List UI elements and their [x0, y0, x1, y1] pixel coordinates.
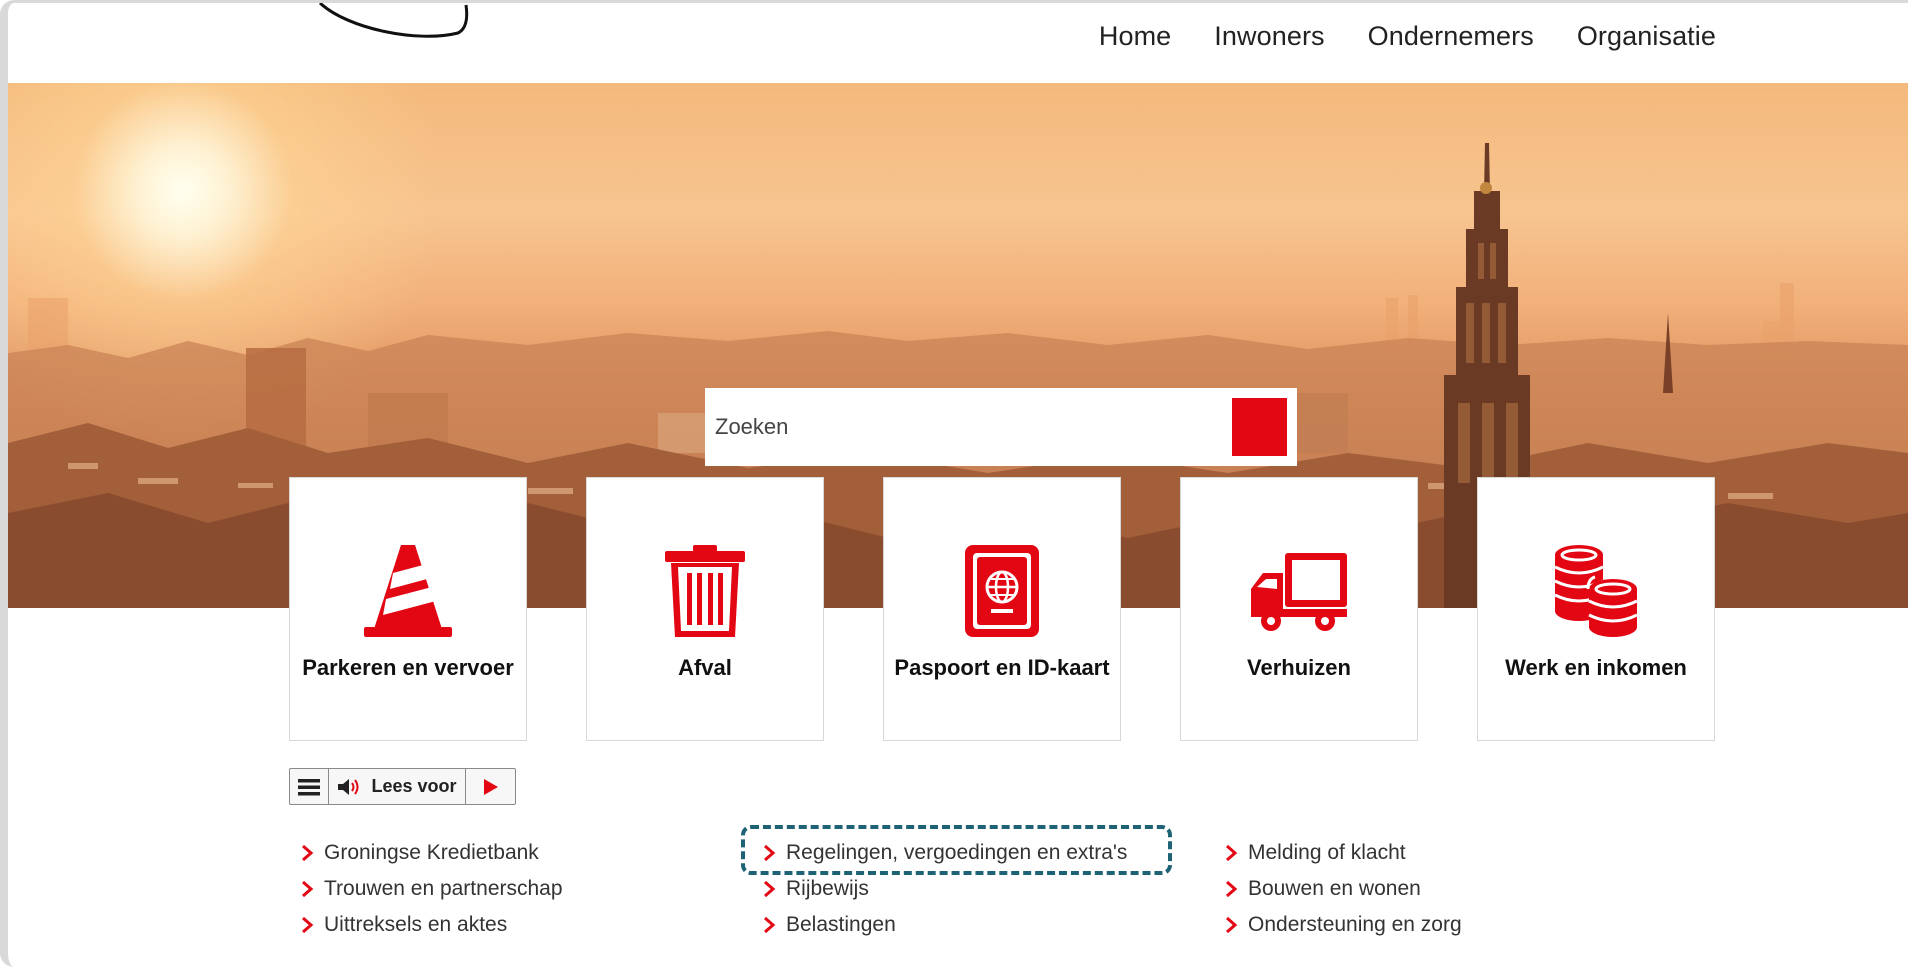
nav-ondernemers[interactable]: Ondernemers — [1368, 21, 1534, 52]
coins-icon — [1541, 541, 1651, 641]
play-icon — [483, 778, 498, 795]
tile-label: Paspoort en ID-kaart — [894, 655, 1110, 680]
tile-verhuizen[interactable]: Verhuizen — [1180, 477, 1418, 741]
tile-werk[interactable]: Werk en inkomen — [1477, 477, 1715, 741]
chevron-right-icon — [1224, 843, 1248, 863]
tile-label: Parkeren en vervoer — [302, 655, 514, 680]
link-ondersteuning-zorg[interactable]: Ondersteuning en zorg — [1224, 907, 1462, 943]
read-aloud-label: Lees voor — [371, 776, 457, 796]
chevron-right-icon — [300, 843, 324, 863]
link-regelingen[interactable]: Regelingen, vergoedingen en extra's — [762, 835, 1127, 871]
link-belastingen[interactable]: Belastingen — [762, 907, 1127, 943]
passport-icon — [947, 541, 1057, 641]
tile-label: Verhuizen — [1247, 655, 1351, 680]
search-icon — [707, 390, 730, 413]
tile-parkeren[interactable]: Parkeren en vervoer — [289, 477, 527, 741]
link-rijbewijs[interactable]: Rijbewijs — [762, 871, 1127, 907]
read-aloud-bar: Lees voor — [289, 768, 516, 805]
link-melding-klacht[interactable]: Melding of klacht — [1224, 835, 1462, 871]
moving-truck-icon — [1244, 541, 1354, 641]
read-aloud-menu-button[interactable] — [290, 769, 329, 804]
link-uittreksels[interactable]: Uittreksels en aktes — [300, 907, 563, 943]
nav-home[interactable]: Home — [1099, 21, 1171, 52]
logo-swoosh — [318, 3, 469, 38]
nav-inwoners[interactable]: Inwoners — [1214, 21, 1324, 52]
chevron-right-icon — [762, 879, 786, 899]
play-button[interactable] — [466, 769, 515, 804]
links-column-1: Groningse Kredietbank Trouwen en partner… — [300, 835, 563, 943]
chevron-right-icon — [300, 915, 324, 935]
tile-label: Afval — [678, 655, 732, 680]
link-bouwen-wonen[interactable]: Bouwen en wonen — [1224, 871, 1462, 907]
link-groningse-kredietbank[interactable]: Groningse Kredietbank — [300, 835, 563, 871]
link-trouwen[interactable]: Trouwen en partnerschap — [300, 871, 563, 907]
chevron-right-icon — [762, 843, 786, 863]
speaker-icon — [338, 778, 359, 795]
tile-afval[interactable]: Afval — [586, 477, 824, 741]
service-tiles: Parkeren en vervoer Afval Paspoort en ID… — [289, 477, 1715, 741]
site-header: Home Inwoners Ondernemers Organisatie — [8, 3, 1908, 83]
search-box — [705, 388, 1297, 466]
search-input[interactable] — [715, 397, 1232, 457]
main-nav: Home Inwoners Ondernemers Organisatie — [1099, 3, 1716, 69]
tile-label: Werk en inkomen — [1505, 655, 1687, 680]
chevron-right-icon — [300, 879, 324, 899]
search-button[interactable] — [707, 390, 1287, 456]
chevron-right-icon — [1224, 915, 1248, 935]
browser-frame: Home Inwoners Ondernemers Organisatie Zo… — [0, 0, 1908, 967]
hamburger-menu-icon — [298, 778, 320, 795]
trash-bin-icon — [650, 541, 760, 641]
links-column-2: Regelingen, vergoedingen en extra's Rijb… — [762, 835, 1127, 943]
read-aloud-button[interactable]: Lees voor — [329, 769, 466, 804]
links-column-3: Melding of klacht Bouwen en wonen Onders… — [1224, 835, 1462, 943]
chevron-right-icon — [762, 915, 786, 935]
traffic-cone-icon — [353, 541, 463, 641]
tile-paspoort[interactable]: Paspoort en ID-kaart — [883, 477, 1121, 741]
chevron-right-icon — [1224, 879, 1248, 899]
nav-organisatie[interactable]: Organisatie — [1577, 21, 1716, 52]
